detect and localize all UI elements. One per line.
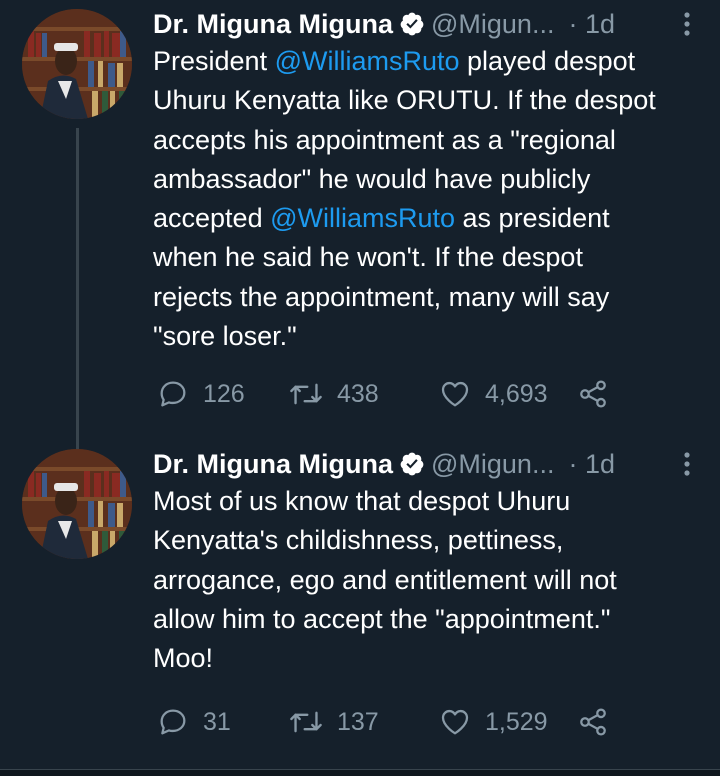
tweet-text-segment: President — [153, 46, 275, 76]
tweet-timestamp[interactable]: · 1d — [568, 449, 615, 480]
tweet-text: President @WilliamsRuto played despot Uh… — [153, 42, 698, 356]
retweet-arrows-icon — [290, 711, 322, 733]
tweet-actions: 31 137 1,529 — [157, 705, 617, 739]
tweet[interactable]: Dr. Miguna Miguna @Migun... · 1d Most of… — [0, 440, 720, 770]
timeline: Dr. Miguna Miguna @Migun... · 1d Preside… — [0, 0, 720, 776]
like-button[interactable]: 1,529 — [439, 705, 548, 739]
author-handle[interactable]: @Migun... — [431, 449, 554, 480]
author-handle[interactable]: @Migun... — [431, 9, 554, 40]
avatar-photo — [22, 9, 132, 119]
retweet-arrows-icon — [290, 383, 322, 405]
retweet-button[interactable]: 438 — [289, 377, 379, 411]
verified-badge-icon — [400, 12, 424, 36]
reply-button[interactable]: 126 — [157, 377, 245, 411]
tweet-actions: 126 438 4,693 — [157, 377, 617, 411]
retweet-count: 137 — [337, 707, 379, 736]
tweet-header: Dr. Miguna Miguna @Migun... · 1d — [153, 448, 694, 480]
share-button[interactable] — [577, 705, 609, 739]
speech-bubble-icon — [160, 709, 186, 735]
tweet-text-segment: Most of us know that despot Uhuru Kenyat… — [153, 486, 617, 674]
retweet-count: 438 — [337, 379, 379, 408]
tweet-timestamp[interactable]: · 1d — [568, 9, 615, 40]
share-nodes-icon — [580, 380, 606, 408]
mention-link[interactable]: @WilliamsRuto — [275, 46, 460, 76]
reply-button[interactable]: 31 — [157, 705, 231, 739]
author-name[interactable]: Dr. Miguna Miguna — [153, 9, 393, 40]
reply-count: 126 — [203, 379, 245, 408]
reply-count: 31 — [203, 707, 231, 736]
timeline-divider — [0, 769, 720, 776]
vertical-dots-icon[interactable] — [680, 450, 694, 478]
mention-link[interactable]: @WilliamsRuto — [270, 203, 455, 233]
author-name[interactable]: Dr. Miguna Miguna — [153, 449, 393, 480]
retweet-button[interactable]: 137 — [289, 705, 379, 739]
share-nodes-icon — [580, 708, 606, 736]
like-count: 1,529 — [485, 707, 548, 736]
tweet-text: Most of us know that despot Uhuru Kenyat… — [153, 482, 698, 678]
like-button[interactable]: 4,693 — [439, 377, 548, 411]
verified-badge-icon — [400, 452, 424, 476]
like-count: 4,693 — [485, 379, 548, 408]
heart-outline-icon — [441, 381, 469, 407]
avatar[interactable] — [22, 9, 132, 119]
heart-outline-icon — [441, 709, 469, 735]
tweet-header: Dr. Miguna Miguna @Migun... · 1d — [153, 8, 694, 40]
avatar-photo — [22, 449, 132, 559]
vertical-dots-icon[interactable] — [680, 10, 694, 38]
share-button[interactable] — [577, 377, 609, 411]
avatar[interactable] — [22, 449, 132, 559]
tweet[interactable]: Dr. Miguna Miguna @Migun... · 1d Preside… — [0, 0, 720, 440]
speech-bubble-icon — [160, 381, 186, 407]
